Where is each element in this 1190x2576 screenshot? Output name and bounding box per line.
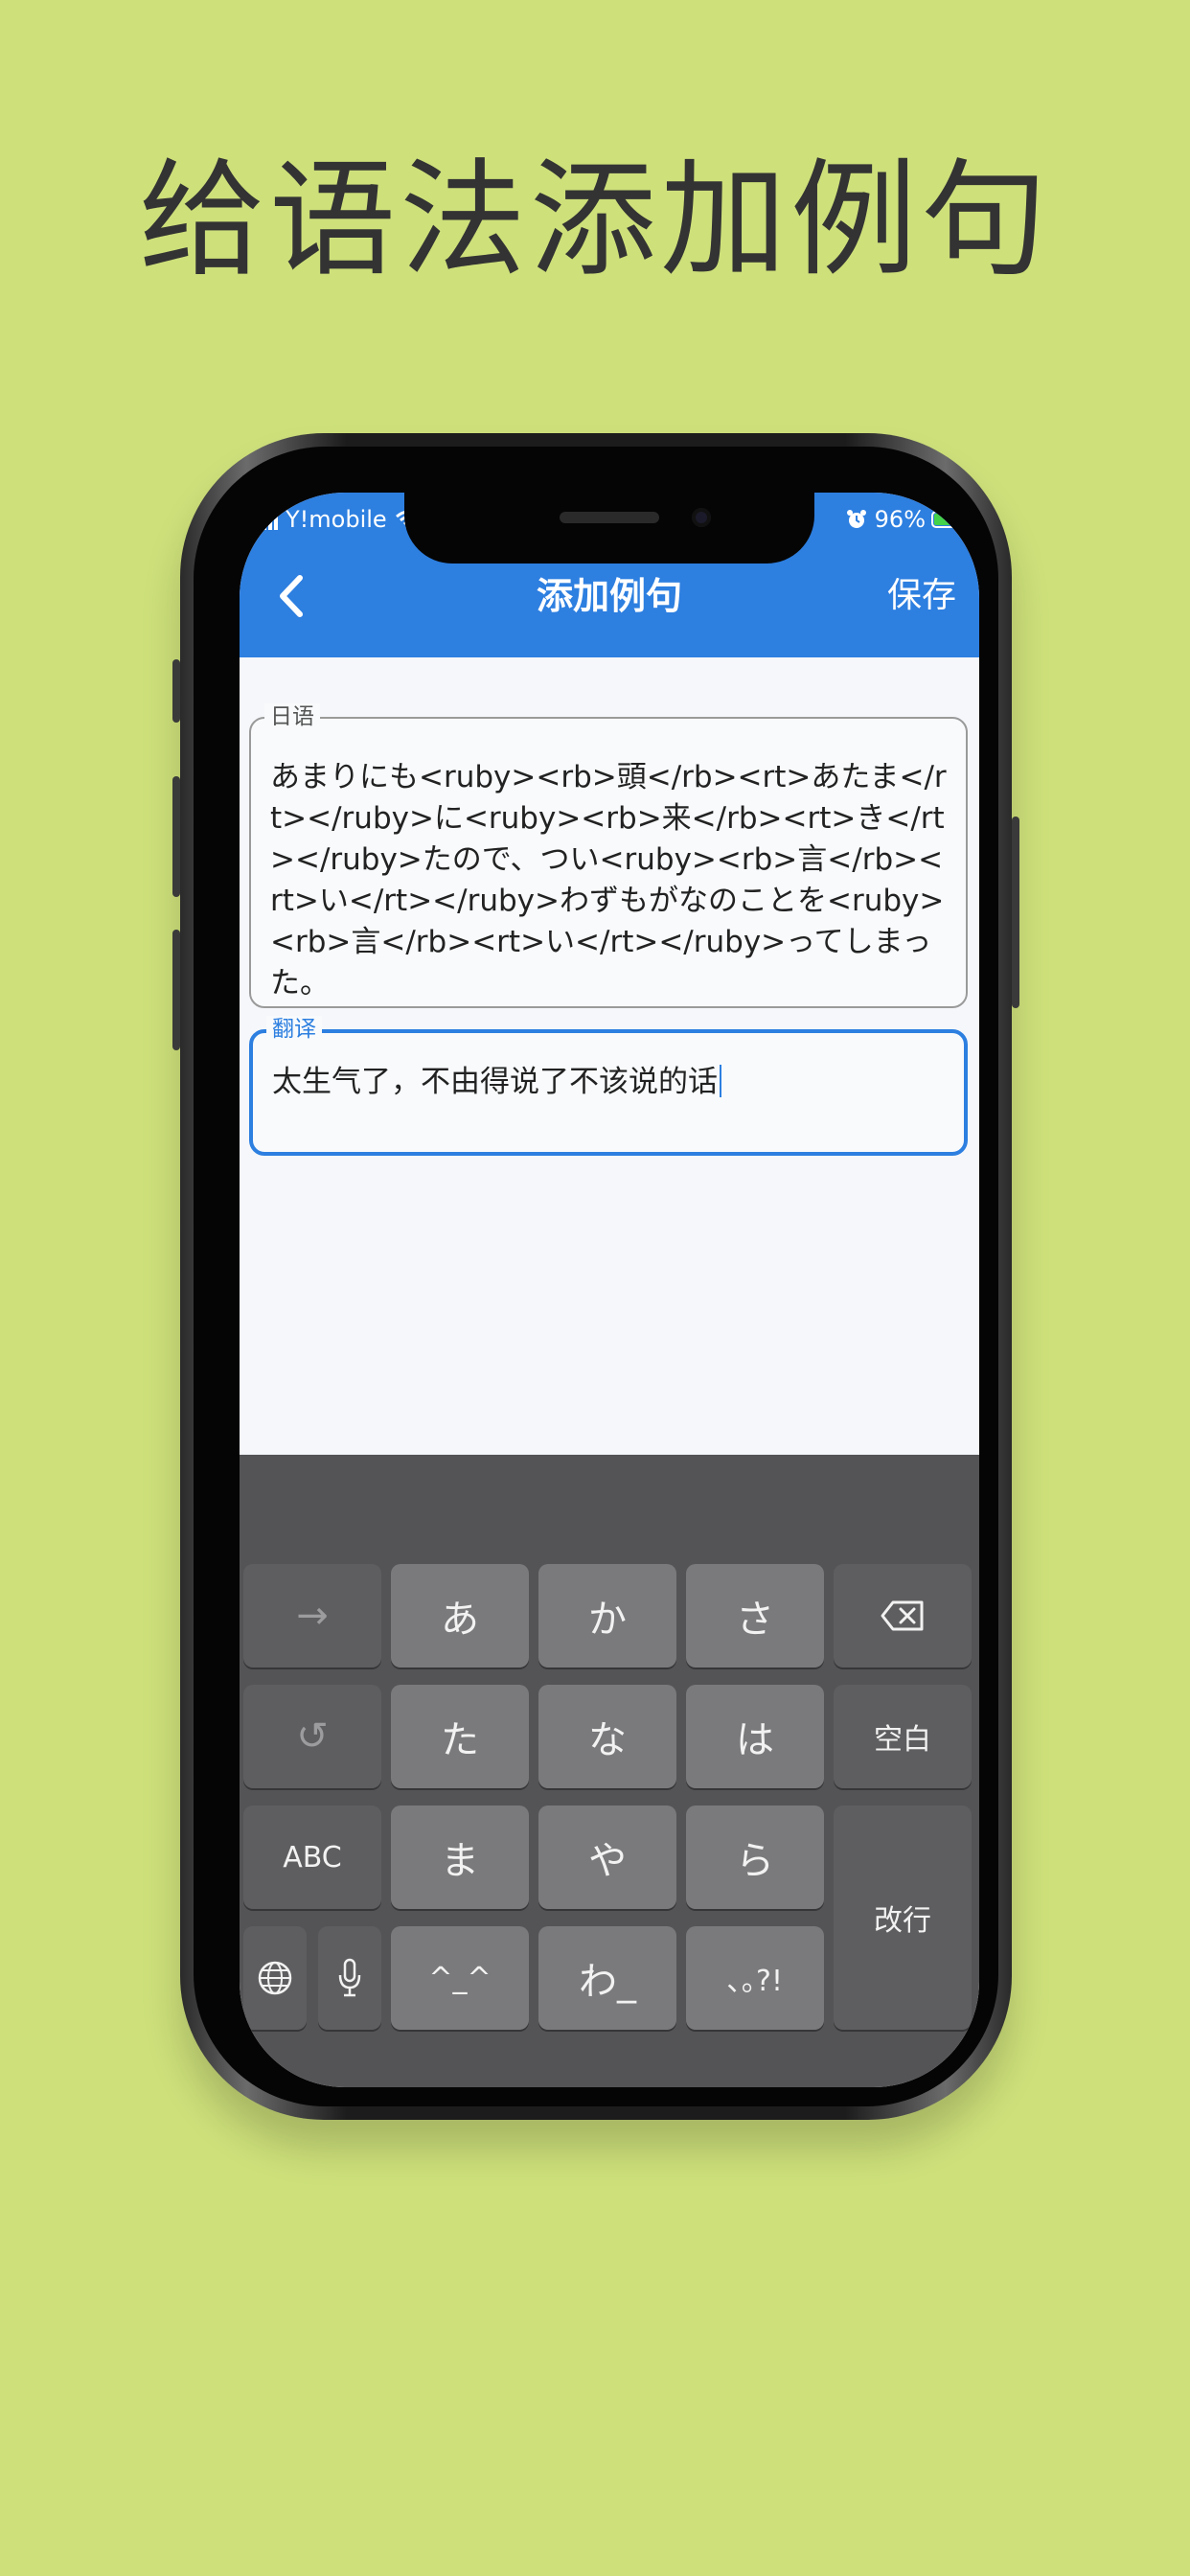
key-space[interactable]: 空白 [834,1685,972,1788]
volume-up-button [172,776,180,897]
key-ya[interactable]: や [538,1806,676,1909]
status-bar-right: 96% [846,502,966,537]
japanese-input[interactable]: あまりにも<ruby><rb>頭</rb><rt>あたま</rt></ruby>… [270,757,949,1004]
key-globe[interactable] [243,1926,307,2030]
key-ka[interactable]: か [538,1564,676,1668]
mute-switch [172,659,180,723]
battery-fill [934,514,962,525]
key-enter[interactable]: 改行 [834,1806,972,2030]
power-button [1012,816,1019,1008]
text-caret [720,1065,721,1097]
save-button[interactable]: 保存 [887,569,956,623]
key-mic[interactable] [318,1926,381,2030]
phone-bezel: Y!mobile 96% 添加例句 保存 日语 あまりにも<ruby><rb>頭… [194,447,998,2106]
key-ra[interactable]: ら [686,1806,824,1909]
page-title: 添加例句 [536,575,682,617]
status-bar-left: Y!mobile [257,502,422,537]
speaker-grille [560,512,659,523]
key-backspace[interactable] [834,1564,972,1668]
translation-input[interactable]: 太生气了，不由得说了不该说的话 [272,1062,947,1103]
key-ta[interactable]: た [391,1685,529,1788]
translation-field-label: 翻译 [266,1016,322,1043]
key-ha[interactable]: は [686,1685,824,1788]
battery-percent: 96% [874,506,926,533]
notch [404,493,814,564]
key-na[interactable]: な [538,1685,676,1788]
key-sa[interactable]: さ [686,1564,824,1668]
key-kaomoji[interactable]: ^_^ [391,1926,529,2030]
key-ma[interactable]: ま [391,1806,529,1909]
phone-frame: Y!mobile 96% 添加例句 保存 日语 あまりにも<ruby><rb>頭… [172,433,1019,2120]
battery-icon [931,511,966,528]
promo-headline: 给语法添加例句 [139,147,1051,294]
globe-icon [258,1961,292,1995]
key-undo[interactable]: ↺ [243,1685,381,1788]
japanese-field[interactable]: 日语 あまりにも<ruby><rb>頭</rb><rt>あたま</rt></ru… [249,703,968,1008]
signal-icon [257,509,280,530]
volume-down-button [172,930,180,1050]
phone-screen: Y!mobile 96% 添加例句 保存 日语 あまりにも<ruby><rb>頭… [240,493,979,2087]
key-arrow[interactable]: → [243,1564,381,1668]
backspace-icon [881,1600,924,1631]
japanese-field-label: 日语 [264,703,320,730]
carrier-name: Y!mobile [286,506,387,533]
key-a[interactable]: あ [391,1564,529,1668]
translation-field[interactable]: 翻译 太生气了，不由得说了不该说的话 [249,1016,968,1156]
front-camera [692,508,711,527]
microphone-icon [338,1958,361,1997]
translation-input-value: 太生气了，不由得说了不该说的话 [272,1065,718,1099]
key-punctuation[interactable]: ､｡?! [686,1926,824,2030]
key-abc[interactable]: ABC [243,1806,381,1909]
key-wa[interactable]: わ_ [538,1926,676,2030]
alarm-icon [846,510,866,528]
keyboard: → あ か さ ↺ た な は 空白 ABC ま や ら 改行 ^_^ わ_ ､… [240,1455,979,2087]
